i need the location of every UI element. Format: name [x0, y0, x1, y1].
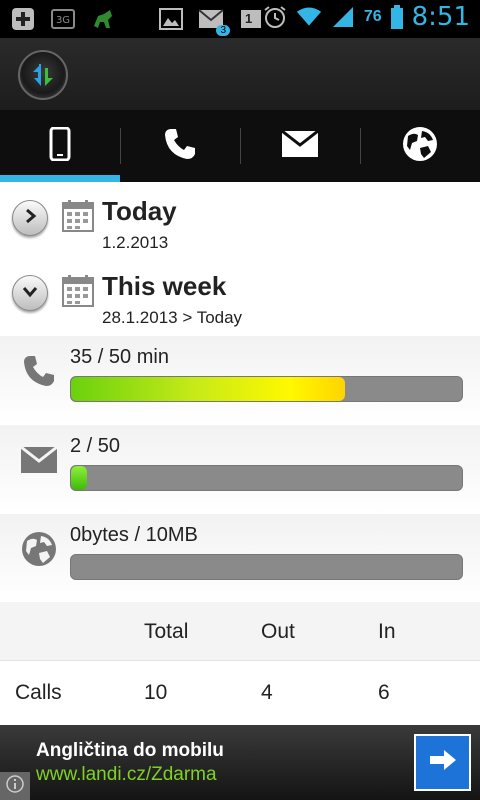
- usage-calls: 35 / 50 min: [0, 336, 480, 424]
- battery-level: 76: [363, 8, 382, 25]
- stats-header-in: In: [378, 620, 396, 643]
- stats-header-row: Total Out In: [0, 602, 480, 660]
- expand-today-button[interactable]: [12, 200, 48, 236]
- main-content: Today 1.2.2013 This week 28.1.2013 > Tod…: [0, 182, 480, 725]
- info-icon: [6, 774, 24, 798]
- mail-icon: [20, 441, 58, 479]
- period-title: This week: [102, 271, 227, 301]
- calendar-notification-icon: 1: [238, 6, 264, 32]
- app-logo-icon[interactable]: [18, 50, 68, 100]
- alarm-icon: [262, 4, 288, 30]
- wifi-icon: [296, 4, 322, 30]
- ad-info-button[interactable]: [0, 772, 30, 800]
- calls-usage-label: 35 / 50 min: [70, 346, 169, 368]
- ad-link[interactable]: www.landi.cz/Zdarma: [36, 764, 217, 786]
- gmail-badge: 3: [216, 25, 230, 36]
- phone-device-icon: [49, 126, 71, 166]
- gmail-icon: 3: [198, 6, 230, 36]
- network-label: 3G: [56, 15, 70, 26]
- usage-data: 0bytes / 10MB: [0, 514, 480, 602]
- table-row: Calls 10 4 6: [0, 660, 480, 722]
- tab-data[interactable]: [360, 110, 480, 182]
- period-date-range: 28.1.2013 > Today: [102, 308, 243, 327]
- app-notification-icon: [90, 6, 116, 32]
- ad-go-button[interactable]: [414, 734, 471, 791]
- row-total: 10: [144, 681, 168, 704]
- globe-icon: [20, 530, 58, 568]
- collapse-week-button[interactable]: [12, 275, 48, 311]
- sms-progress-fill: [71, 466, 87, 490]
- period-this-week[interactable]: This week 28.1.2013 > Today: [0, 261, 480, 335]
- chevron-right-icon: [22, 208, 38, 229]
- data-progress-bar: [70, 554, 463, 580]
- tab-calls[interactable]: [120, 110, 240, 182]
- row-in: 6: [378, 681, 390, 704]
- calendar-icon: [62, 275, 94, 312]
- row-out: 4: [261, 681, 273, 704]
- add-notification-icon: [10, 6, 36, 32]
- calls-progress-fill: [71, 377, 345, 401]
- row-label: Calls: [15, 681, 62, 704]
- period-today[interactable]: Today 1.2.2013: [0, 186, 480, 260]
- tab-overview[interactable]: [0, 110, 120, 182]
- tab-bar: [0, 110, 480, 182]
- period-title: Today: [102, 196, 177, 226]
- signal-icon: [330, 4, 356, 30]
- stats-header-out: Out: [261, 620, 295, 643]
- data-usage-label: 0bytes / 10MB: [70, 524, 198, 546]
- network-3g-icon: 3G: [50, 6, 76, 32]
- period-date: 1.2.2013: [102, 233, 169, 252]
- status-bar: 3G 3 1 76 8:51: [0, 0, 480, 38]
- battery-icon: [390, 4, 404, 30]
- sms-progress-bar: [70, 465, 463, 491]
- sms-usage-label: 2 / 50: [70, 435, 121, 457]
- tab-messages[interactable]: [240, 110, 360, 182]
- calendar-icon: [62, 200, 94, 237]
- ad-banner[interactable]: Angličtina do mobilu www.landi.cz/Zdarma: [0, 725, 480, 800]
- globe-icon: [402, 126, 438, 167]
- call-icon: [163, 127, 197, 166]
- call-icon: [20, 352, 58, 390]
- clock: 8:51: [411, 2, 470, 32]
- chevron-down-icon: [22, 283, 38, 304]
- mail-icon: [281, 129, 319, 162]
- calls-progress-bar: [70, 376, 463, 402]
- stats-header-total: Total: [144, 620, 189, 643]
- action-bar: [0, 38, 480, 110]
- calendar-badge: 1: [245, 11, 253, 26]
- ad-title: Angličtina do mobilu: [36, 740, 224, 761]
- gallery-icon: [158, 6, 184, 32]
- usage-sms: 2 / 50: [0, 425, 480, 513]
- arrow-right-icon: [428, 748, 458, 777]
